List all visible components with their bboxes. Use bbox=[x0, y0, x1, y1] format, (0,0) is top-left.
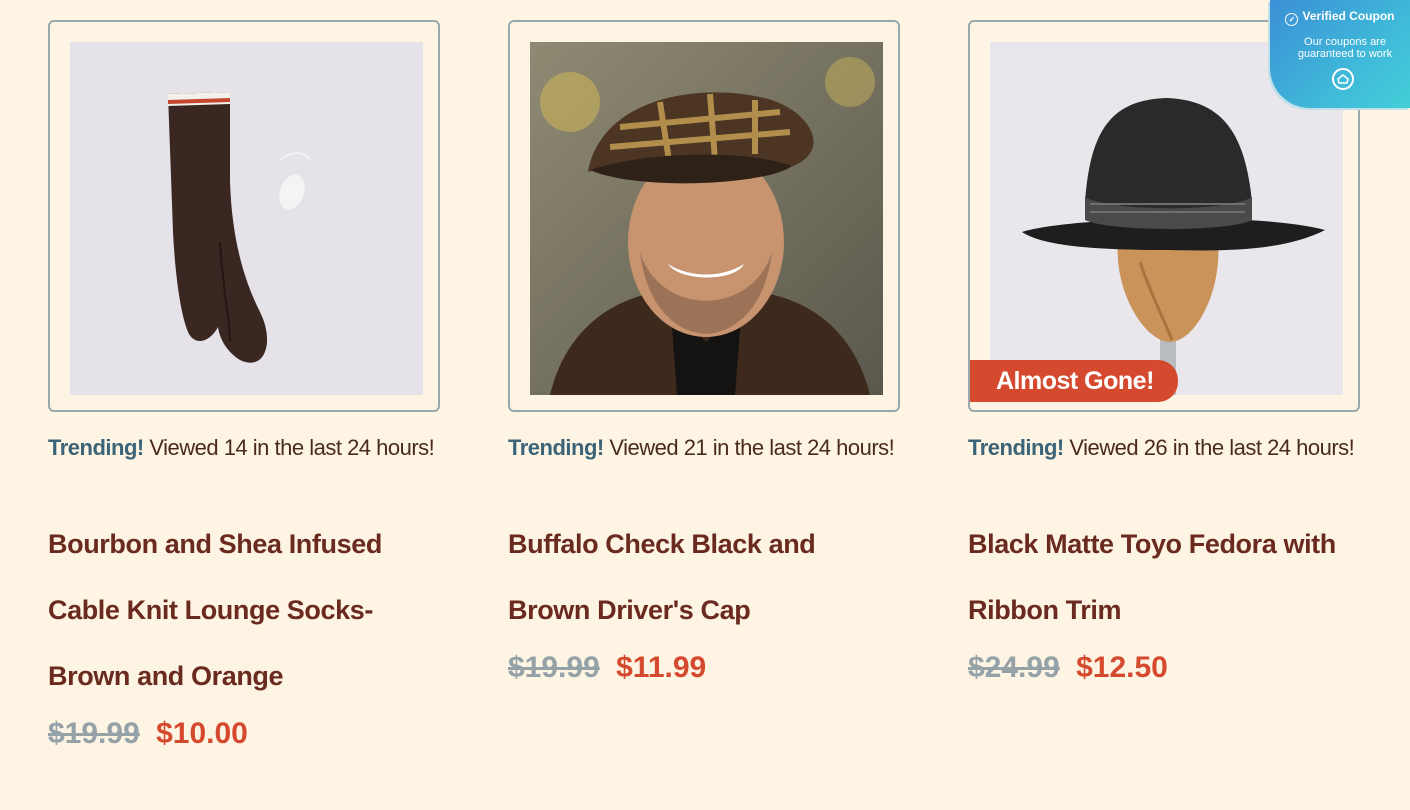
sale-price: $12.50 bbox=[1076, 651, 1168, 684]
coupon-home-icon[interactable] bbox=[1332, 68, 1354, 90]
product-card[interactable]: Almost Gone! Trending! Viewed 26 in the … bbox=[968, 20, 1364, 693]
product-title[interactable]: Black Matte Toyo Fedora with Ribbon Trim bbox=[968, 511, 1364, 643]
price-row: $19.99 $10.00 bbox=[48, 709, 444, 759]
trending-text: Trending! Viewed 21 in the last 24 hours… bbox=[508, 435, 904, 461]
product-card[interactable]: Trending! Viewed 21 in the last 24 hours… bbox=[508, 20, 904, 693]
verified-coupon-tab[interactable]: ✓ Verified Coupon Our coupons are guarant… bbox=[1270, 0, 1410, 108]
trending-label: Trending! bbox=[48, 435, 144, 460]
sale-price: $11.99 bbox=[616, 651, 707, 684]
trending-views: Viewed 14 in the last 24 hours! bbox=[143, 435, 435, 460]
coupon-title-text: Verified Coupon bbox=[1302, 9, 1395, 23]
coupon-title: ✓ Verified Coupon bbox=[1270, 9, 1410, 26]
coupon-subtitle-line1: Our coupons are bbox=[1304, 36, 1386, 48]
trending-views: Viewed 21 in the last 24 hours! bbox=[603, 435, 895, 460]
product-image-frame[interactable] bbox=[508, 20, 900, 412]
check-circle-icon: ✓ bbox=[1285, 13, 1299, 26]
product-image-cap[interactable] bbox=[530, 42, 883, 395]
coupon-subtitle-line2: guaranteed to work bbox=[1297, 48, 1393, 60]
product-title[interactable]: Bourbon and Shea Infused Cable Knit Loun… bbox=[48, 511, 444, 709]
coupon-subtitle: Our coupons are guaranteed to work bbox=[1270, 36, 1410, 60]
sale-price: $10.00 bbox=[156, 717, 248, 750]
original-price: $24.99 bbox=[968, 651, 1060, 684]
product-image-socks[interactable] bbox=[70, 42, 423, 395]
price-row: $19.99 $11.99 bbox=[508, 643, 904, 693]
trending-text: Trending! Viewed 14 in the last 24 hours… bbox=[48, 435, 444, 461]
original-price: $19.99 bbox=[48, 717, 140, 750]
product-grid: Trending! Viewed 14 in the last 24 hours… bbox=[0, 0, 1410, 810]
product-image-frame[interactable] bbox=[48, 20, 440, 412]
trending-label: Trending! bbox=[508, 435, 604, 460]
trending-label: Trending! bbox=[968, 435, 1064, 460]
almost-gone-badge: Almost Gone! bbox=[970, 360, 1178, 402]
trending-text: Trending! Viewed 26 in the last 24 hours… bbox=[968, 435, 1364, 461]
product-title[interactable]: Buffalo Check Black and Brown Driver's C… bbox=[508, 511, 904, 643]
product-card[interactable]: Trending! Viewed 14 in the last 24 hours… bbox=[48, 20, 444, 759]
trending-views: Viewed 26 in the last 24 hours! bbox=[1063, 435, 1355, 460]
price-row: $24.99 $12.50 bbox=[968, 643, 1364, 693]
original-price: $19.99 bbox=[508, 651, 600, 684]
